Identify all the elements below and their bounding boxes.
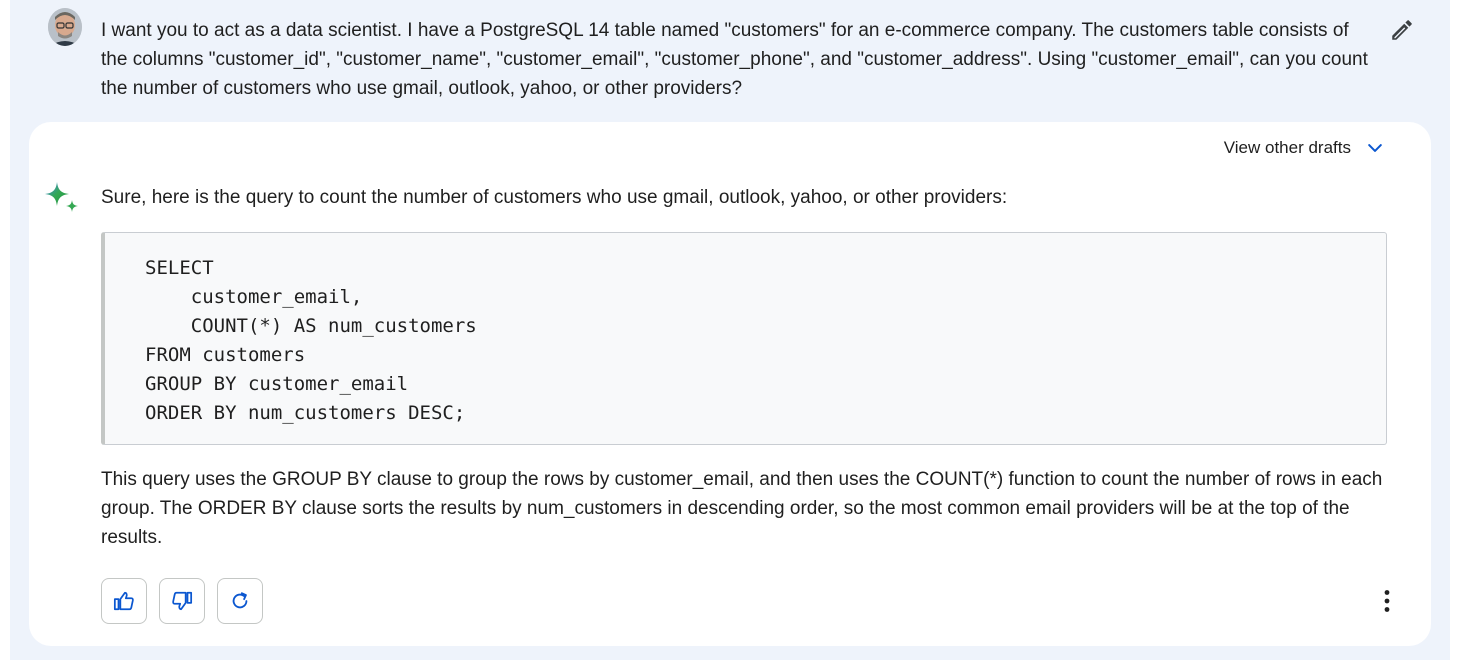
code-block[interactable]: SELECT customer_email, COUNT(*) AS num_c… [101, 232, 1387, 445]
thumbs-down-button[interactable] [159, 578, 205, 624]
regenerate-icon [232, 592, 248, 609]
response-explanation: This query uses the GROUP BY clause to g… [101, 469, 1383, 548]
more-options-button[interactable] [1375, 586, 1399, 616]
edit-prompt-button[interactable] [1388, 16, 1416, 44]
more-vert-icon [1384, 590, 1390, 612]
user-avatar [48, 8, 82, 46]
pencil-icon [1392, 20, 1412, 40]
thumbs-up-button[interactable] [101, 578, 147, 624]
chevron-down-icon [1368, 144, 1382, 152]
view-other-drafts-button[interactable]: View other drafts [1224, 138, 1385, 158]
response-intro: Sure, here is the query to count the num… [101, 187, 1008, 208]
thumbs-down-icon [172, 591, 193, 611]
regenerate-button[interactable] [217, 578, 263, 624]
user-prompt: I want you to act as a data scientist. I… [10, 0, 1450, 115]
thumbs-up-icon [113, 591, 134, 611]
drafts-label: View other drafts [1223, 138, 1351, 157]
chat-panel: I want you to act as a data scientist. I… [10, 0, 1450, 660]
sql-code: SELECT customer_email, COUNT(*) AS num_c… [145, 257, 477, 424]
prompt-text: I want you to act as a data scientist. I… [101, 20, 1368, 99]
response-card: View other drafts Sure, here is the quer… [29, 122, 1431, 646]
sparkle-icon [45, 182, 78, 212]
